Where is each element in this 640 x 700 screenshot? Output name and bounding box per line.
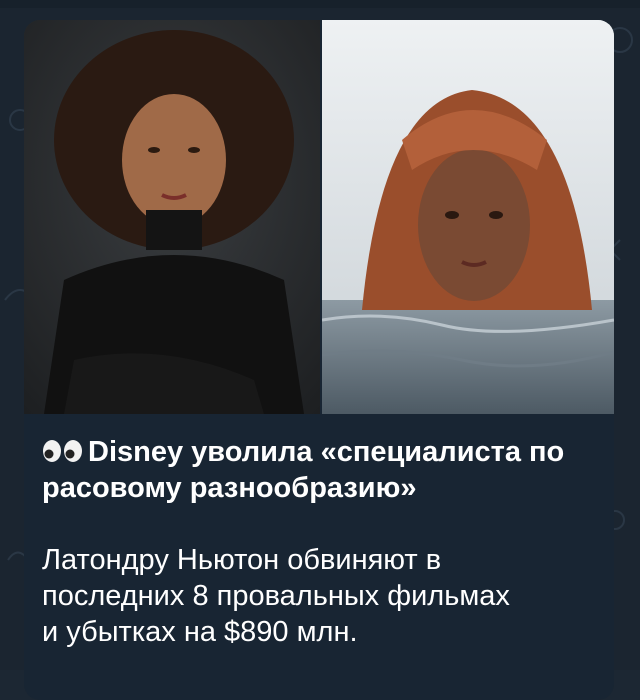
headline-text: Disney уволила «специалиста по расовому … [42,436,565,504]
post-caption: Disney уволила «специалиста по расовому … [42,434,602,650]
channel-post[interactable]: Disney уволила «специалиста по расовому … [24,20,614,700]
media-album[interactable] [24,20,614,414]
post-body-text: Латондру Ньютон обвиняют в последних 8 п… [42,544,510,648]
photo-left[interactable] [24,20,320,414]
post-headline: Disney уволила «специалиста по расовому … [42,434,602,506]
mermaid-in-water-photo [322,20,614,414]
photo-right[interactable] [322,20,614,414]
top-strip [0,0,640,8]
eyes-icon [43,440,82,462]
portrait-photo [24,20,320,414]
